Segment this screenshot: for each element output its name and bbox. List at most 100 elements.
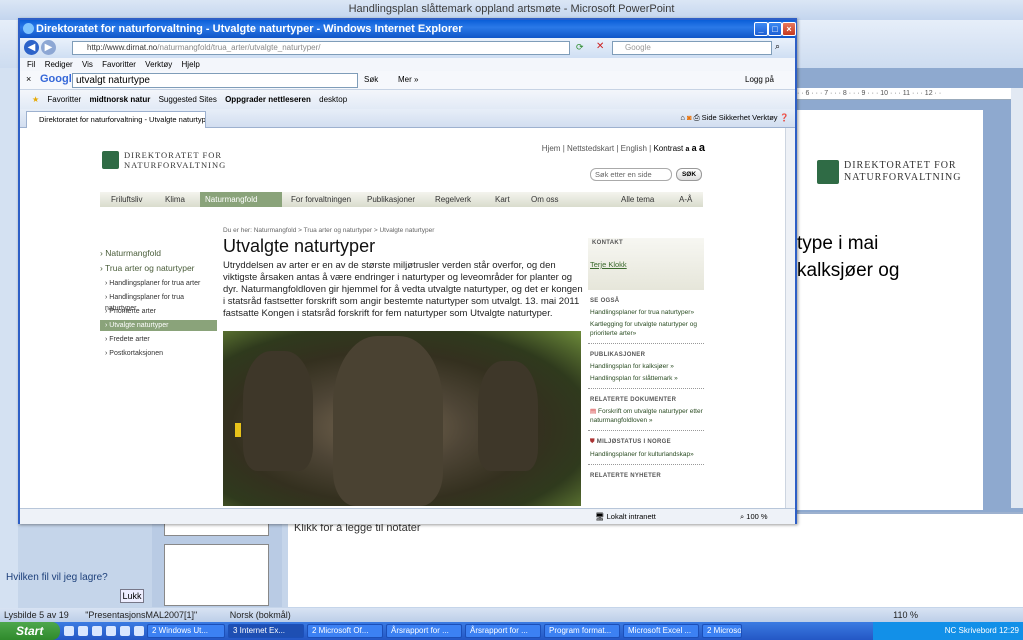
minimize-icon[interactable]: _: [754, 22, 768, 36]
link-english[interactable]: English: [621, 144, 647, 153]
google-search-input[interactable]: utvalgt naturtype: [72, 73, 358, 88]
nav-item[interactable]: Om oss: [526, 192, 564, 207]
menu-edit[interactable]: Rediger: [45, 60, 73, 69]
leftnav-subitem[interactable]: › Postkortaksjonen: [100, 348, 217, 359]
google-search-button[interactable]: Søk: [364, 75, 378, 84]
nav-item[interactable]: Kart: [490, 192, 515, 207]
favorites-button[interactable]: ★ Favoritter: [26, 95, 81, 104]
cmd-safety[interactable]: Sikkerhet: [719, 113, 750, 122]
slide-thumbnails[interactable]: [152, 512, 282, 607]
browser-tab[interactable]: Direktoratet for naturforvaltning - Utva…: [26, 111, 206, 128]
rss-icon[interactable]: ◙: [687, 113, 692, 122]
menu-tools[interactable]: Verktøy: [145, 60, 172, 69]
slide-scrollbar[interactable]: [1011, 88, 1023, 508]
quicklaunch-icon[interactable]: [78, 626, 88, 636]
system-tray[interactable]: NC Skrivebord 12:29: [873, 622, 1023, 640]
menu-favorites[interactable]: Favoritter: [102, 60, 136, 69]
site-search-input[interactable]: Søk etter en side: [590, 168, 672, 181]
start-button[interactable]: Start: [0, 622, 60, 640]
font-small-button[interactable]: a: [685, 146, 689, 153]
ie-search-box[interactable]: Google: [612, 41, 772, 55]
contact-name-link[interactable]: Terje Klokk: [590, 260, 702, 269]
slide-thumbnail[interactable]: [164, 544, 269, 606]
cmd-tools[interactable]: Verktøy: [752, 113, 777, 122]
taskbar-button[interactable]: Årsrapport for ...: [386, 624, 462, 638]
leftnav-subitem[interactable]: › Handlingsplaner for trua arter: [100, 278, 217, 289]
page-scrollbar[interactable]: [785, 128, 795, 508]
leftnav-subitem-active[interactable]: › Utvalgte naturtyper: [100, 320, 217, 331]
leftnav-subitem[interactable]: › Fredete arter: [100, 334, 217, 345]
quicklaunch-icon[interactable]: [120, 626, 130, 636]
see-also-link[interactable]: Kartlegging for utvalgte naturtyper og p…: [590, 320, 704, 338]
zoom-level[interactable]: 110 %: [893, 608, 918, 622]
print-icon[interactable]: ⎙: [694, 113, 700, 122]
taskbar-button[interactable]: 2 Microsoft Of...: [702, 624, 742, 638]
taskbar-button[interactable]: Microsoft Excel ...: [623, 624, 699, 638]
menu-help[interactable]: Hjelp: [182, 60, 200, 69]
site-logo[interactable]: DIREKTORATET FOR NATURFORVALTNING: [102, 150, 226, 170]
back-icon[interactable]: ◀: [24, 40, 39, 55]
nav-item[interactable]: Klima: [160, 192, 190, 207]
taskbar-button[interactable]: 2 Windows Ut...: [147, 624, 225, 638]
taskbar-button[interactable]: Årsrapport for ...: [465, 624, 541, 638]
ie-zoom[interactable]: ⌕ 100 %: [740, 509, 768, 524]
leftnav-subitem[interactable]: › Handlingsplaner for trua naturtyper: [100, 292, 217, 312]
close-toolbar-icon[interactable]: ×: [26, 74, 31, 84]
home-icon[interactable]: ⌂: [680, 113, 685, 122]
address-bar[interactable]: http://www.dirnat.no/naturmangfold/truа_…: [72, 41, 570, 55]
maximize-icon[interactable]: □: [768, 22, 782, 36]
forward-icon[interactable]: ▶: [41, 40, 56, 55]
font-medium-button[interactable]: a: [692, 143, 697, 153]
google-more-button[interactable]: Mer »: [398, 75, 418, 84]
close-button[interactable]: Lukk: [120, 589, 144, 603]
menu-file[interactable]: Fil: [27, 60, 35, 69]
leftnav-item[interactable]: › Trua arter og naturtyper: [100, 263, 217, 273]
quicklaunch-icon[interactable]: [106, 626, 116, 636]
google-login-button[interactable]: Logg på: [745, 75, 774, 84]
search-icon[interactable]: ⌕: [775, 41, 780, 52]
slide-canvas[interactable]: DIREKTORATET FOR NATURFORVALTNING type i …: [797, 110, 983, 510]
security-zone[interactable]: 🖥 Lokalt intranett: [595, 509, 656, 524]
link-home[interactable]: Hjem: [542, 144, 561, 153]
miljostatus-link[interactable]: Handlingsplaner for kulturlandskap»: [590, 450, 704, 459]
notes-pane[interactable]: Klikk for å legge til notater: [288, 512, 1023, 607]
fav-item[interactable]: Oppgrader nettleseren: [225, 95, 311, 104]
fav-item[interactable]: midtnorsk natur: [89, 95, 150, 104]
fav-item[interactable]: Suggested Sites: [159, 95, 217, 104]
nav-item[interactable]: For forvaltningen: [286, 192, 356, 207]
close-icon[interactable]: ×: [782, 22, 796, 36]
fav-item[interactable]: desktop: [319, 95, 347, 104]
publication-link[interactable]: Handlingsplan for kalksjøer »: [590, 362, 704, 371]
nav-item[interactable]: Regelverk: [430, 192, 476, 207]
publication-link[interactable]: Handlingsplan for slåttemark »: [590, 374, 704, 383]
taskbar-button[interactable]: 2 Microsoft Of...: [307, 624, 383, 638]
slide-text[interactable]: type i mai kalksjøer og: [797, 230, 899, 284]
breadcrumb[interactable]: Du er her: Naturmangfold > Truа arter og…: [223, 227, 434, 234]
see-also-link[interactable]: Handlingsplaner for trua naturtyper»: [590, 308, 704, 317]
quicklaunch-icon[interactable]: [134, 626, 144, 636]
related-doc-link[interactable]: ▤ Forskrift om utvalgte naturtyper etter…: [590, 407, 704, 425]
ie-title-bar[interactable]: Direktoratet for naturforvaltning - Utva…: [20, 20, 796, 38]
stop-icon[interactable]: ✕: [596, 41, 604, 52]
nav-item[interactable]: Friluftsliv: [106, 192, 148, 207]
taskbar-button[interactable]: 3 Internet Ex...: [228, 624, 304, 638]
menu-view[interactable]: Vis: [82, 60, 93, 69]
cmd-page[interactable]: Side: [702, 113, 717, 122]
nav-item[interactable]: Alle tema: [616, 192, 659, 207]
site-search-button[interactable]: SØK: [676, 168, 702, 181]
leftnav-item[interactable]: › Naturmangfold: [100, 248, 217, 258]
help-icon[interactable]: ❓: [780, 113, 789, 122]
quicklaunch-icon[interactable]: [92, 626, 102, 636]
link-contrast[interactable]: Kontrast: [653, 144, 683, 153]
nav-item[interactable]: Publikasjoner: [362, 192, 420, 207]
status-language[interactable]: Norsk (bokmål): [230, 610, 291, 620]
quicklaunch-icon[interactable]: [64, 626, 74, 636]
nav-item-active[interactable]: Naturmangfold: [200, 192, 282, 207]
leftnav-subitem[interactable]: › Prioriterte arter: [100, 306, 217, 317]
taskbar-button[interactable]: Program format...: [544, 624, 620, 638]
link-sitemap[interactable]: Nettstedskart: [567, 144, 614, 153]
refresh-icon[interactable]: ⟳: [576, 42, 584, 53]
font-large-button[interactable]: a: [699, 142, 705, 154]
help-link[interactable]: Hvilken fil vil jeg lagre?: [6, 572, 108, 583]
nav-item[interactable]: A-Å: [674, 192, 697, 207]
